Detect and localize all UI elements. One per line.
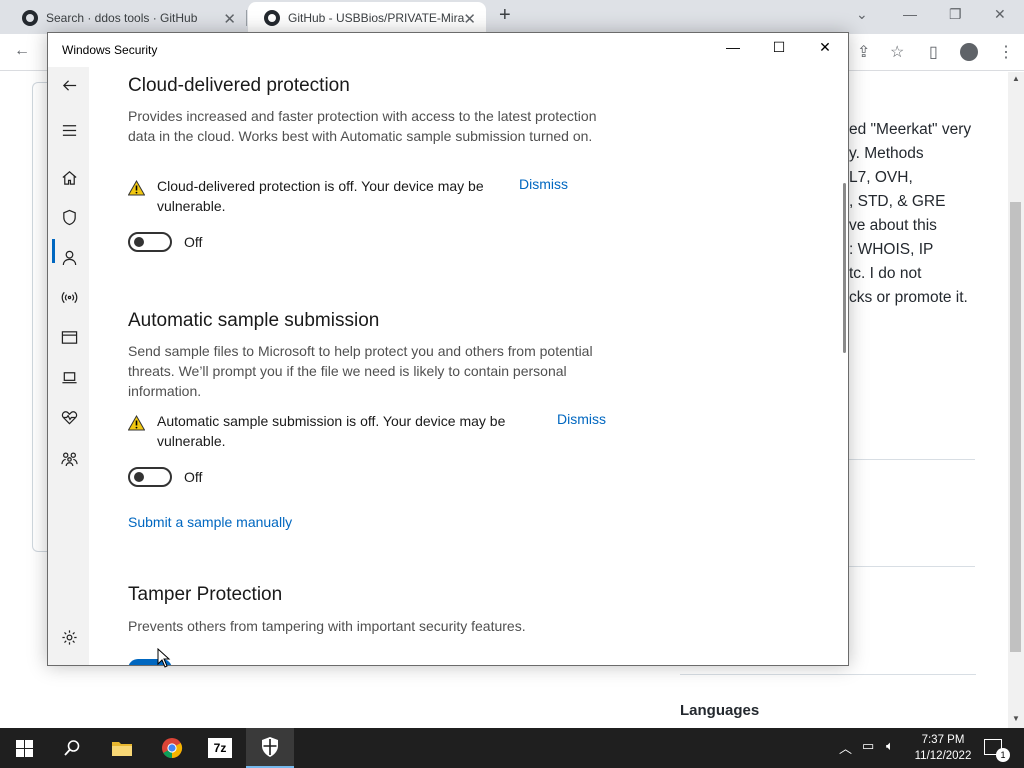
taskbar-7zip[interactable]: 7z <box>196 728 244 768</box>
7zip-icon: 7z <box>208 738 232 758</box>
laptop-device-icon[interactable] <box>60 368 78 386</box>
tab-separator <box>246 10 247 26</box>
cloud-protection-toggle[interactable] <box>128 232 172 252</box>
windows-security-icon <box>262 737 278 757</box>
active-nav-indicator <box>52 239 55 263</box>
chrome-icon <box>162 738 183 759</box>
network-icon[interactable]: ▭ <box>862 738 874 754</box>
close-tab-icon[interactable]: ✕ <box>463 10 476 28</box>
back-arrow-icon[interactable]: ← <box>14 42 30 60</box>
account-person-icon[interactable] <box>60 248 78 266</box>
browser-minimize-icon[interactable]: — <box>903 6 917 22</box>
taskbar-windows-security[interactable] <box>246 728 294 768</box>
clock-time: 7:37 PM <box>921 734 965 746</box>
browser-tab-github[interactable]: GitHub - USBBios/PRIVATE-Mira ✕ <box>248 2 486 34</box>
sample-submission-toggle-state: Off <box>184 469 203 485</box>
window-title: Windows Security <box>62 43 158 57</box>
cloud-protection-toggle-state: Off <box>184 234 203 250</box>
shield-icon[interactable] <box>60 208 78 226</box>
browser-tab-strip: Search · ddos tools · GitHub ✕ GitHub - … <box>0 0 1024 34</box>
mouse-cursor-icon <box>157 648 171 668</box>
warning-icon <box>128 180 145 196</box>
sample-submission-heading: Automatic sample submission <box>128 310 380 331</box>
toggle-knob <box>134 237 144 247</box>
scroll-up-arrow-icon[interactable]: ▲ <box>1012 74 1020 83</box>
window-titlebar: Windows Security — ☐ ✕ <box>48 33 848 67</box>
browser-tab-search[interactable]: Search · ddos tools · GitHub ✕ <box>6 2 246 34</box>
tab-search-chevron-icon[interactable]: ⌄ <box>856 6 868 23</box>
page-scrollbar[interactable]: ▲ ▼ <box>1008 72 1024 728</box>
start-button[interactable] <box>0 728 48 768</box>
taskbar-clock[interactable]: 7:37 PM 11/12/2022 <box>912 732 974 764</box>
notification-count-badge: 1 <box>996 748 1010 762</box>
wireless-network-icon[interactable] <box>60 288 78 306</box>
readme-text-line: : WHOIS, IP <box>849 241 934 258</box>
tab-title: Search · ddos tools · GitHub <box>46 11 198 25</box>
settings-gear-icon[interactable] <box>60 628 78 646</box>
sample-submission-toggle[interactable] <box>128 467 172 487</box>
windows-logo-icon <box>15 739 33 757</box>
kebab-menu-icon[interactable]: ⋮ <box>998 42 1014 62</box>
taskbar-search-button[interactable] <box>48 728 96 768</box>
tamper-protection-description: Prevents others from tampering with impo… <box>128 618 526 634</box>
share-icon[interactable]: ⇪ <box>857 42 870 62</box>
home-icon[interactable] <box>60 168 78 186</box>
readme-text-line: y. Methods <box>849 145 924 162</box>
divider <box>680 674 976 675</box>
taskbar-file-explorer[interactable] <box>98 728 146 768</box>
close-tab-icon[interactable]: ✕ <box>223 10 236 28</box>
dismiss-sample-warning-link[interactable]: Dismiss <box>557 411 606 427</box>
toggle-knob <box>134 472 144 482</box>
readme-text-line: cks or promote it. <box>849 289 968 306</box>
app-browser-window-icon[interactable] <box>60 328 78 346</box>
taskbar-chrome[interactable] <box>148 728 196 768</box>
hamburger-menu-icon[interactable] <box>60 121 78 139</box>
sample-submission-description: Send sample files to Microsoft to help p… <box>128 343 593 399</box>
show-hidden-icons-chevron[interactable]: ︿ <box>839 738 852 757</box>
tab-title: GitHub - USBBios/PRIVATE-Mira <box>288 11 465 25</box>
dismiss-cloud-warning-link[interactable]: Dismiss <box>519 176 568 192</box>
minimize-button[interactable]: — <box>718 39 748 61</box>
back-arrow-icon[interactable] <box>60 76 78 94</box>
close-button[interactable]: ✕ <box>810 39 840 61</box>
search-icon <box>64 740 80 756</box>
family-options-icon[interactable] <box>60 449 78 467</box>
settings-content: Cloud-delivered protection Provides incr… <box>128 67 828 665</box>
file-explorer-icon <box>112 742 132 756</box>
warning-message: Cloud-delivered protection is off. Your … <box>157 178 484 214</box>
heart-health-icon[interactable] <box>60 408 78 426</box>
readme-text-line: ve about this <box>849 217 937 234</box>
readme-text-line: , STD, & GRE <box>849 193 946 210</box>
github-icon <box>264 10 280 26</box>
readme-text-line: ed "Meerkat" very <box>849 121 972 138</box>
navigation-sidebar <box>48 67 89 665</box>
cloud-protection-description: Provides increased and faster protection… <box>128 108 597 144</box>
clock-date: 11/12/2022 <box>914 750 972 762</box>
profile-avatar-icon[interactable] <box>960 43 978 61</box>
side-panel-icon[interactable]: ▯ <box>929 42 938 62</box>
scrollbar-thumb[interactable] <box>1010 202 1021 652</box>
bookmark-star-icon[interactable]: ☆ <box>890 42 904 62</box>
tamper-protection-heading: Tamper Protection <box>128 584 283 605</box>
browser-close-icon[interactable]: ✕ <box>994 6 1006 23</box>
divider <box>849 459 975 460</box>
divider <box>849 566 975 567</box>
taskbar: 7z ︿ ▭ 🔈︎ 7:37 PM 11/12/2022 1 <box>0 728 1024 768</box>
languages-heading: Languages <box>680 702 760 719</box>
readme-text-line: tc. I do not <box>849 265 922 282</box>
browser-restore-icon[interactable]: ❐ <box>949 6 962 23</box>
scroll-down-arrow-icon[interactable]: ▼ <box>1012 714 1020 723</box>
submit-sample-manually-link[interactable]: Submit a sample manually <box>128 514 292 530</box>
window-scrollbar[interactable] <box>843 183 846 353</box>
github-icon <box>22 10 38 26</box>
readme-text-line: L7, OVH, <box>849 169 913 186</box>
volume-icon[interactable]: 🔈︎ <box>886 738 894 754</box>
cloud-protection-heading: Cloud-delivered protection <box>128 75 350 96</box>
warning-message: Automatic sample submission is off. Your… <box>157 413 506 449</box>
maximize-button[interactable]: ☐ <box>764 39 794 61</box>
new-tab-button[interactable]: + <box>499 4 511 27</box>
windows-security-window: Windows Security — ☐ ✕ Cloud-delivered p… <box>47 32 849 666</box>
warning-icon <box>128 415 145 431</box>
